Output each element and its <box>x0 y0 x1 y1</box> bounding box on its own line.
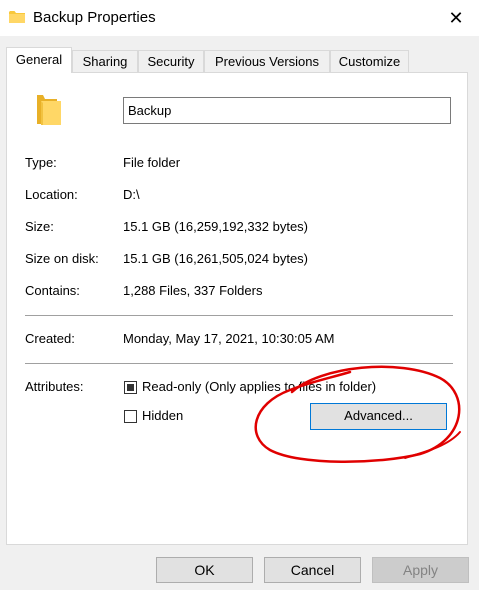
type-label: Type: <box>25 155 57 170</box>
folder-name-input[interactable] <box>123 97 451 124</box>
folder-icon <box>9 11 25 23</box>
attributes-label: Attributes: <box>25 379 84 394</box>
size-label: Size: <box>25 219 54 234</box>
hidden-label[interactable]: Hidden <box>142 408 183 423</box>
tab-sharing[interactable]: Sharing <box>72 50 138 72</box>
window-title: Backup Properties <box>33 9 156 26</box>
contains-label: Contains: <box>25 283 80 298</box>
cancel-button[interactable]: Cancel <box>264 557 361 583</box>
indeterminate-mark <box>127 384 134 391</box>
created-value: Monday, May 17, 2021, 10:30:05 AM <box>123 331 335 346</box>
location-label: Location: <box>25 187 78 202</box>
general-panel: Type: File folder Location: D:\ Size: 15… <box>6 72 468 545</box>
type-value: File folder <box>123 155 181 170</box>
close-icon: ✕ <box>448 7 464 28</box>
hidden-checkbox[interactable] <box>124 410 137 423</box>
advanced-button[interactable]: Advanced... <box>310 403 447 430</box>
read-only-checkbox[interactable] <box>124 381 137 394</box>
folder-icon <box>37 95 61 125</box>
tab-general[interactable]: General <box>6 47 72 73</box>
advanced-button-label: Advanced... <box>344 408 413 423</box>
tab-security[interactable]: Security <box>138 50 204 72</box>
created-label: Created: <box>25 331 75 346</box>
properties-window: Backup Properties ✕ General Sharing Secu… <box>0 0 479 590</box>
close-button[interactable]: ✕ <box>433 0 479 36</box>
size-on-disk-value: 15.1 GB (16,261,505,024 bytes) <box>123 251 309 266</box>
title-bar: Backup Properties ✕ <box>0 0 479 36</box>
tab-customize[interactable]: Customize <box>330 50 409 72</box>
apply-button[interactable]: Apply <box>372 557 469 583</box>
tab-previous-versions[interactable]: Previous Versions <box>204 50 330 72</box>
size-on-disk-label: Size on disk: <box>25 251 99 266</box>
separator <box>25 363 453 364</box>
size-value: 15.1 GB (16,259,192,332 bytes) <box>123 219 309 234</box>
ok-button[interactable]: OK <box>156 557 253 583</box>
location-value: D:\ <box>123 187 140 202</box>
read-only-label[interactable]: Read-only (Only applies to files in fold… <box>142 379 376 394</box>
separator <box>25 315 453 316</box>
contains-value: 1,288 Files, 337 Folders <box>123 283 263 298</box>
